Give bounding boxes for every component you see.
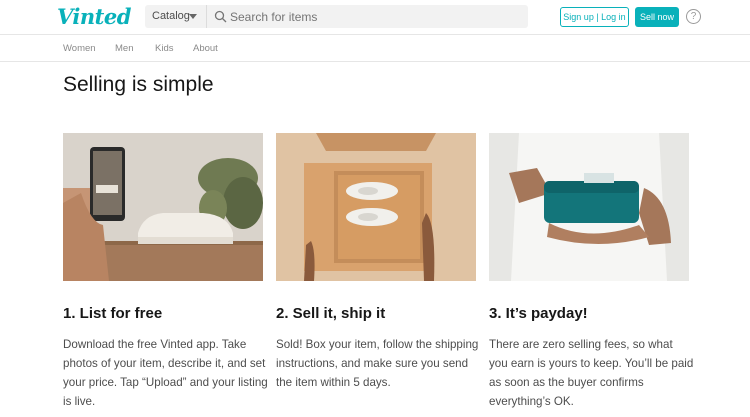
step-2-title: 2. Sell it, ship it [276, 305, 386, 322]
step-3-title: 3. It’s payday! [489, 305, 588, 322]
step-1-title: 1. List for free [63, 305, 163, 322]
top-header: Vinted Catalog Sign up | Log in Sell now… [0, 0, 750, 35]
catalog-dropdown[interactable]: Catalog [145, 5, 207, 28]
category-nav: Women Men Kids About [0, 36, 750, 62]
nav-item-about[interactable]: About [193, 43, 218, 54]
search-input[interactable] [229, 5, 519, 28]
page-title: Selling is simple [63, 73, 214, 96]
nav-item-women[interactable]: Women [63, 43, 96, 54]
signup-login-button[interactable]: Sign up | Log in [560, 7, 629, 27]
nav-item-kids[interactable]: Kids [155, 43, 173, 54]
list-for-free-image [63, 133, 263, 281]
payday-image [489, 133, 689, 281]
help-icon[interactable]: ? [686, 9, 701, 24]
nav-item-men[interactable]: Men [115, 43, 133, 54]
chevron-down-icon [189, 14, 197, 19]
step-3-text: There are zero selling fees, so what you… [489, 338, 694, 408]
sell-now-button[interactable]: Sell now [635, 7, 679, 27]
catalog-label: Catalog [152, 10, 190, 22]
search-icon [214, 10, 227, 23]
step-1-text: Download the free Vinted app. Take photo… [63, 338, 268, 408]
vinted-logo[interactable]: Vinted [57, 4, 131, 29]
step-2-text: Sold! Box your item, follow the shipping… [276, 338, 479, 389]
sell-ship-image [276, 133, 476, 281]
search-bar: Catalog [145, 5, 528, 28]
